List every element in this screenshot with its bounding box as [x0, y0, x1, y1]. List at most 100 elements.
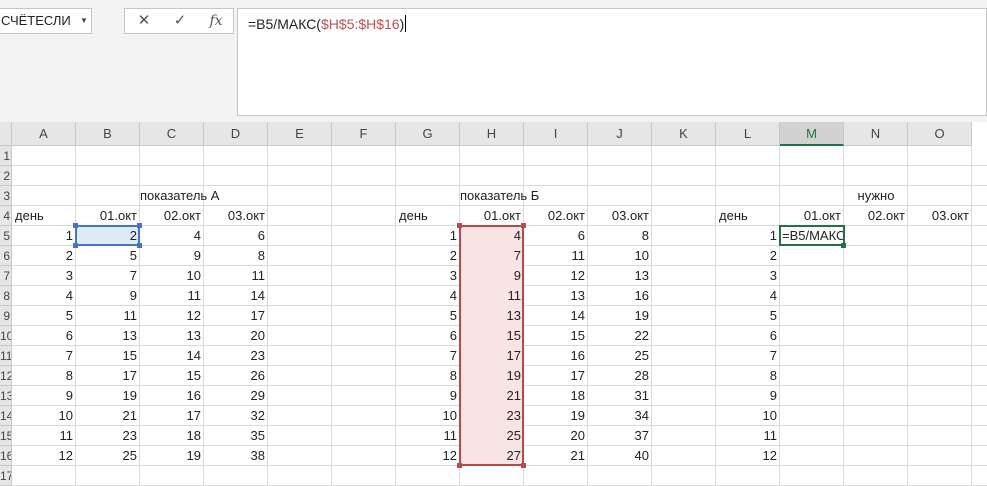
table-a-value[interactable]: 7	[76, 266, 140, 286]
column-header-a[interactable]: A	[12, 122, 76, 146]
insert-function-icon[interactable]: fx	[201, 9, 231, 33]
column-header-k[interactable]: K	[652, 122, 716, 146]
table-b-value[interactable]: 19	[588, 306, 652, 326]
table-b-day[interactable]: 10	[396, 406, 460, 426]
table-a-value[interactable]: 29	[204, 386, 268, 406]
column-header-o[interactable]: O	[908, 122, 972, 146]
table-a-day[interactable]: 11	[12, 426, 76, 446]
table-a-value[interactable]: 8	[204, 246, 268, 266]
table-b-value[interactable]: 21	[524, 446, 588, 466]
table-b-value[interactable]: 21	[460, 386, 524, 406]
table-a-day[interactable]: 2	[12, 246, 76, 266]
row-header-1[interactable]: 1	[0, 146, 12, 166]
formula-bar-input[interactable]: =B5/МАКС($H$5:$H$16)	[237, 8, 987, 116]
active-cell-editor[interactable]: =B5/МАКС	[779, 225, 845, 246]
table-b-value[interactable]: 19	[460, 366, 524, 386]
table-a-value[interactable]: 2	[76, 226, 140, 246]
table-b-value[interactable]: 31	[588, 386, 652, 406]
table-b-day[interactable]: 4	[396, 286, 460, 306]
table-a-value[interactable]: 23	[76, 426, 140, 446]
table-a-value[interactable]: 10	[140, 266, 204, 286]
column-header-l[interactable]: L	[716, 122, 780, 146]
table-a-day[interactable]: 9	[12, 386, 76, 406]
table-a-value[interactable]: 9	[140, 246, 204, 266]
row-header-13[interactable]: 13	[0, 386, 12, 406]
table-a-value[interactable]: 17	[76, 366, 140, 386]
table-b-value[interactable]: 16	[524, 346, 588, 366]
table-a-day[interactable]: 5	[12, 306, 76, 326]
table-b-value[interactable]: 23	[460, 406, 524, 426]
table-a-value[interactable]: 12	[140, 306, 204, 326]
column-header-b[interactable]: B	[76, 122, 140, 146]
table-a-value[interactable]: 6	[204, 226, 268, 246]
row-header-6[interactable]: 6	[0, 246, 12, 266]
table-b-value[interactable]: 8	[588, 226, 652, 246]
table-a-value[interactable]: 13	[140, 326, 204, 346]
table-a-value[interactable]: 25	[76, 446, 140, 466]
row-header-5[interactable]: 5	[0, 226, 12, 246]
row-header-12[interactable]: 12	[0, 366, 12, 386]
name-box-dropdown-icon[interactable]: ▼	[80, 8, 92, 34]
table-b-day[interactable]: 6	[396, 326, 460, 346]
table-c-day[interactable]: 12	[716, 446, 780, 466]
table-a-value[interactable]: 17	[204, 306, 268, 326]
column-header-i[interactable]: I	[524, 122, 588, 146]
table-a-day[interactable]: 12	[12, 446, 76, 466]
row-header-11[interactable]: 11	[0, 346, 12, 366]
table-b-value[interactable]: 18	[524, 386, 588, 406]
row-header-16[interactable]: 16	[0, 446, 12, 466]
table-c-day[interactable]: 4	[716, 286, 780, 306]
row-header-10[interactable]: 10	[0, 326, 12, 346]
name-box[interactable]: СЧЁТЕСЛИ	[0, 8, 92, 34]
select-all-corner[interactable]	[0, 122, 12, 146]
table-b-value[interactable]: 6	[524, 226, 588, 246]
table-b-value[interactable]: 22	[588, 326, 652, 346]
table-c-day[interactable]: 7	[716, 346, 780, 366]
table-c-day[interactable]: 10	[716, 406, 780, 426]
table-a-day[interactable]: 4	[12, 286, 76, 306]
table-a-value[interactable]: 23	[204, 346, 268, 366]
table-b-value[interactable]: 13	[524, 286, 588, 306]
table-a-day[interactable]: 6	[12, 326, 76, 346]
row-header-7[interactable]: 7	[0, 266, 12, 286]
table-b-value[interactable]: 11	[460, 286, 524, 306]
table-a-value[interactable]: 13	[76, 326, 140, 346]
table-a-value[interactable]: 26	[204, 366, 268, 386]
table-a-value[interactable]: 4	[140, 226, 204, 246]
table-a-value[interactable]: 19	[140, 446, 204, 466]
table-b-value[interactable]: 12	[524, 266, 588, 286]
spreadsheet-grid[interactable]: ABCDEFGHIJKLMNO1234567891011121314151617…	[0, 122, 987, 486]
table-b-day[interactable]: 8	[396, 366, 460, 386]
table-a-day[interactable]: 7	[12, 346, 76, 366]
column-header-j[interactable]: J	[588, 122, 652, 146]
table-a-value[interactable]: 20	[204, 326, 268, 346]
column-header-f[interactable]: F	[332, 122, 396, 146]
table-a-value[interactable]: 35	[204, 426, 268, 446]
table-a-value[interactable]: 32	[204, 406, 268, 426]
table-b-value[interactable]: 15	[524, 326, 588, 346]
table-a-day[interactable]: 10	[12, 406, 76, 426]
table-a-value[interactable]: 17	[140, 406, 204, 426]
table-a-day[interactable]: 8	[12, 366, 76, 386]
column-header-e[interactable]: E	[268, 122, 332, 146]
column-header-m[interactable]: M	[780, 122, 844, 146]
table-b-value[interactable]: 16	[588, 286, 652, 306]
table-b-value[interactable]: 7	[460, 246, 524, 266]
table-b-day[interactable]: 5	[396, 306, 460, 326]
row-header-14[interactable]: 14	[0, 406, 12, 426]
table-b-value[interactable]: 17	[524, 366, 588, 386]
column-header-d[interactable]: D	[204, 122, 268, 146]
table-c-day[interactable]: 6	[716, 326, 780, 346]
table-c-day[interactable]: 3	[716, 266, 780, 286]
row-header-17[interactable]: 17	[0, 466, 12, 486]
table-b-value[interactable]: 19	[524, 406, 588, 426]
table-a-value[interactable]: 11	[204, 266, 268, 286]
table-b-value[interactable]: 28	[588, 366, 652, 386]
table-a-day[interactable]: 1	[12, 226, 76, 246]
table-b-value[interactable]: 25	[460, 426, 524, 446]
table-b-day[interactable]: 2	[396, 246, 460, 266]
table-b-value[interactable]: 13	[588, 266, 652, 286]
row-header-15[interactable]: 15	[0, 426, 12, 446]
cancel-icon[interactable]: ✕	[129, 9, 159, 33]
table-b-value[interactable]: 9	[460, 266, 524, 286]
